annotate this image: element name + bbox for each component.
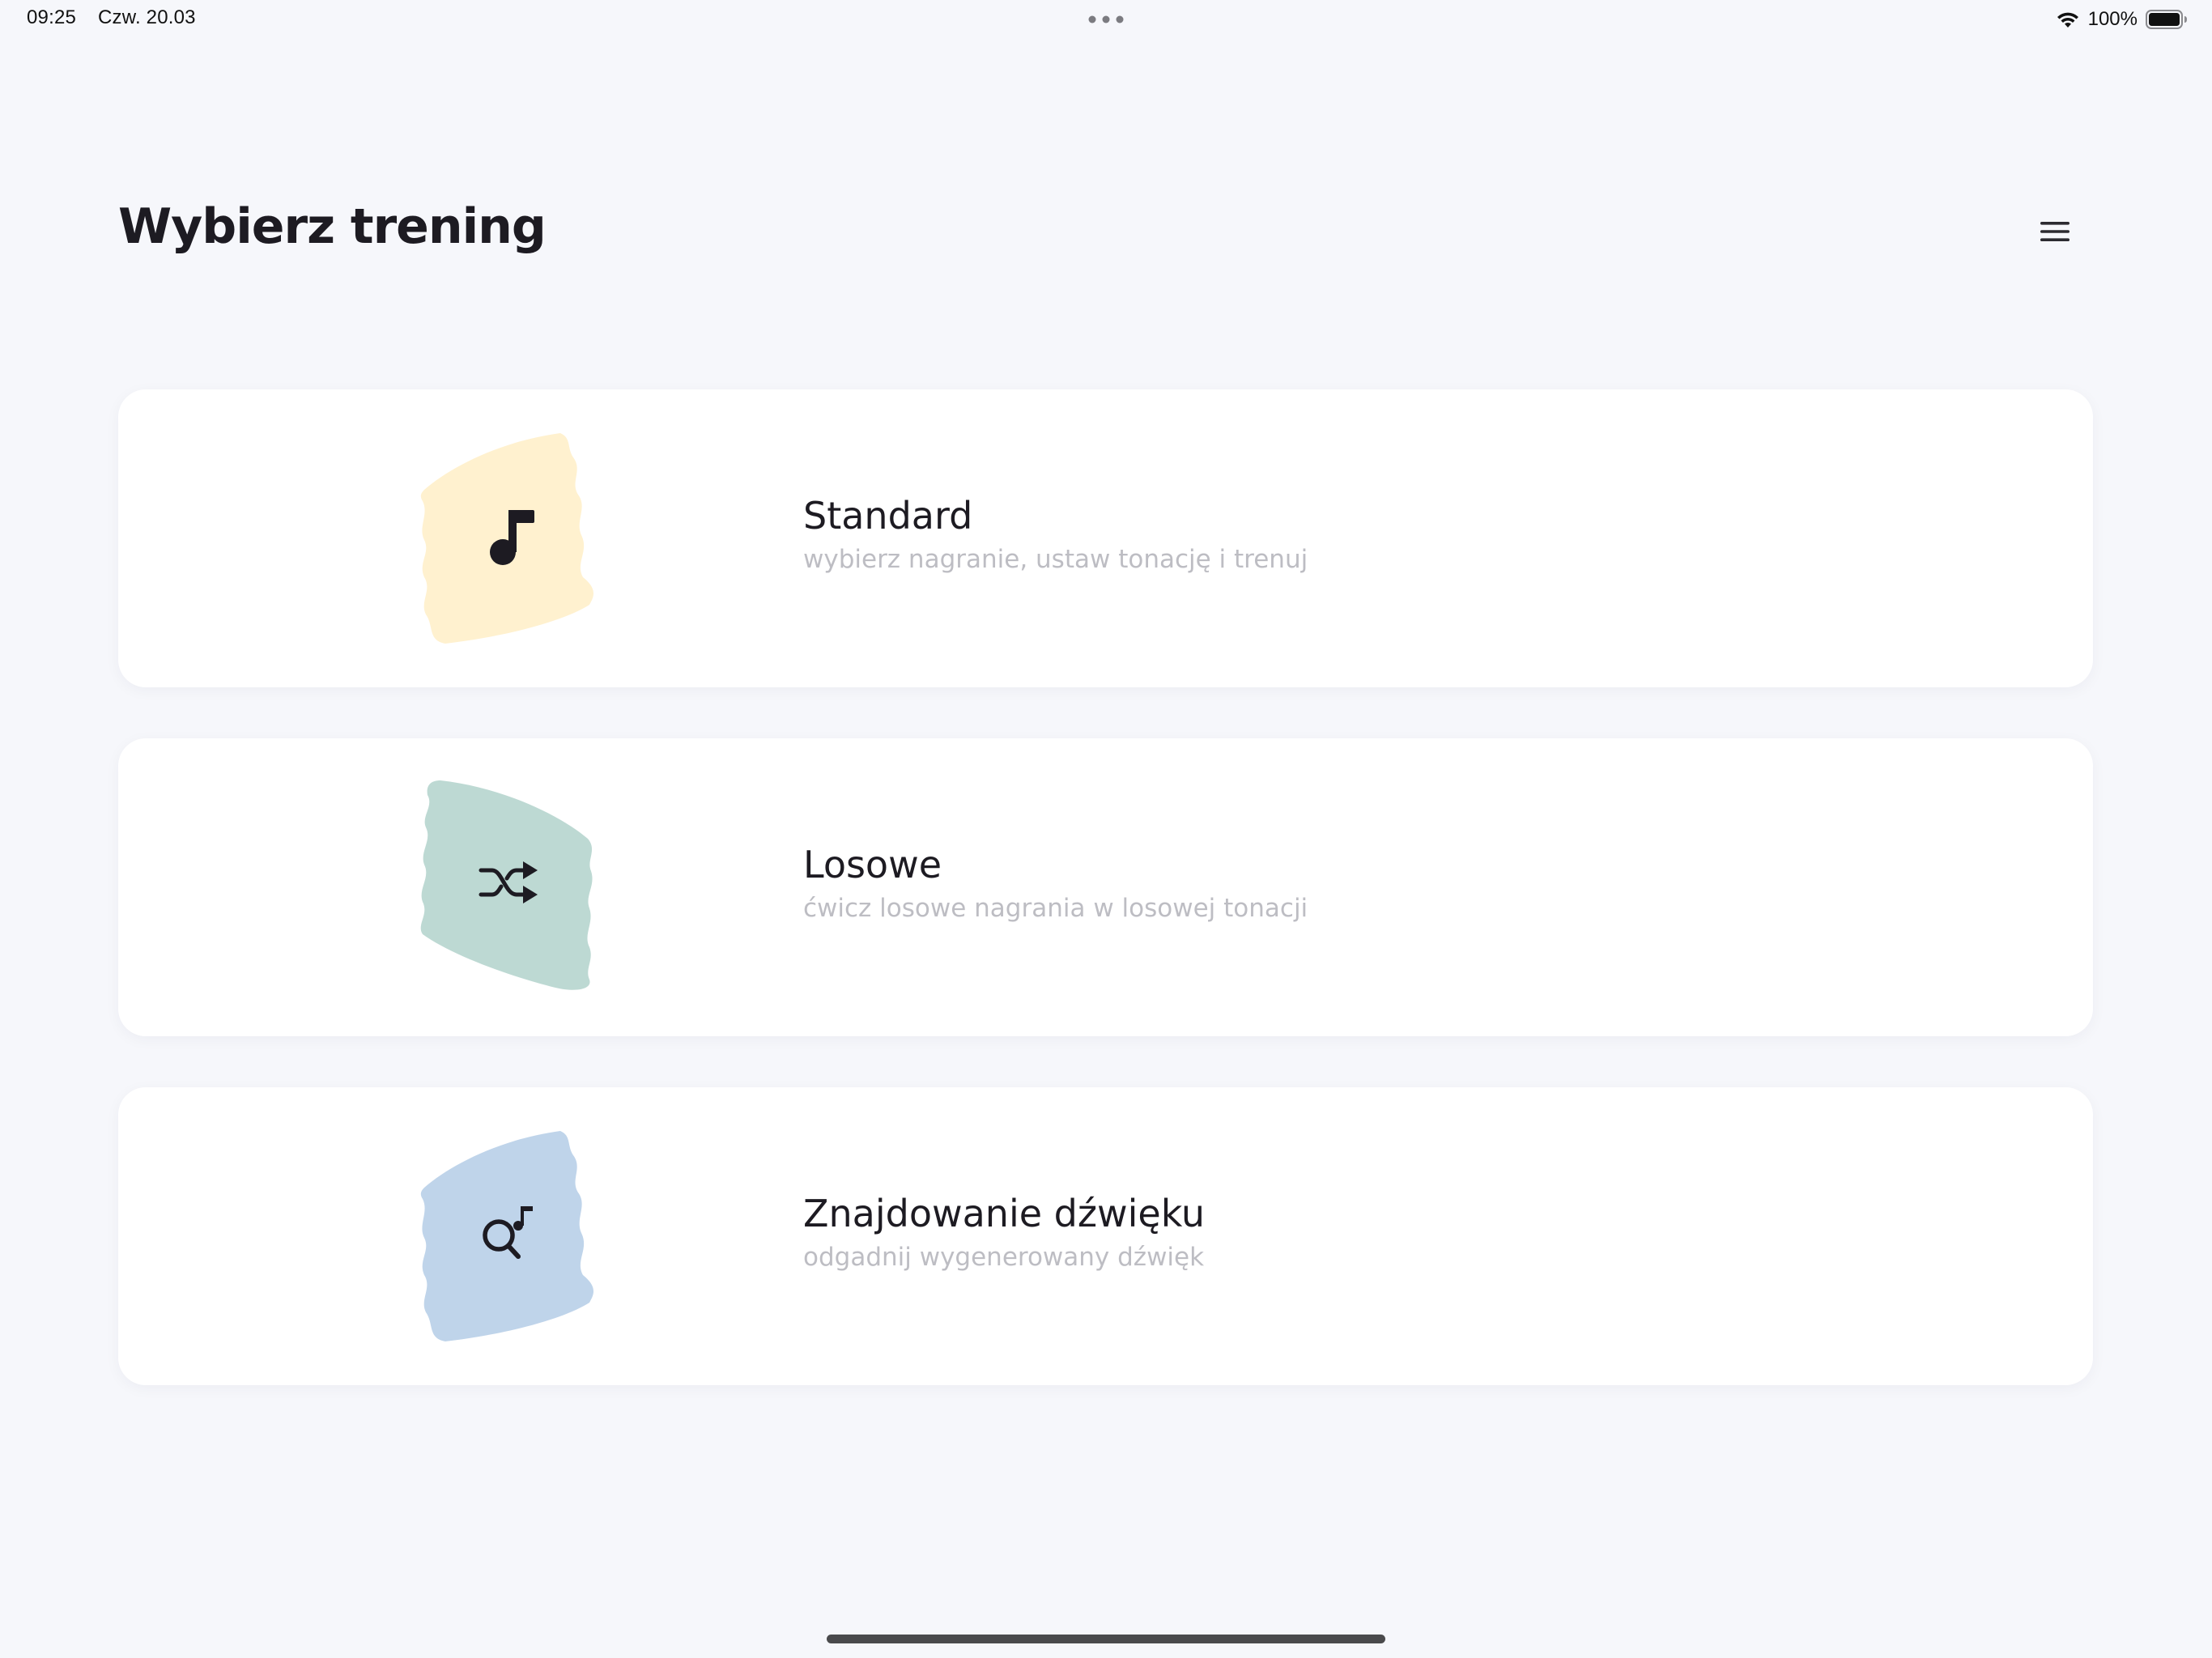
training-title: Losowe bbox=[803, 843, 942, 886]
home-indicator[interactable] bbox=[827, 1635, 1385, 1643]
hamburger-menu-icon bbox=[2040, 222, 2069, 241]
training-card-standard[interactable]: Standard wybierz nagranie, ustaw tonację… bbox=[118, 389, 2093, 687]
training-card-znajdowanie-dzwieku[interactable]: Znajdowanie dźwięku odgadnij wygenerowan… bbox=[118, 1087, 2093, 1385]
wifi-icon bbox=[2057, 12, 2078, 28]
status-indicators: 100% bbox=[2056, 7, 2188, 32]
training-title: Standard bbox=[803, 494, 973, 538]
shuffle-icon bbox=[479, 861, 538, 903]
training-subtitle: ćwicz losowe nagrania w losowej tonacji bbox=[803, 893, 1308, 923]
multitasking-dots-icon[interactable] bbox=[1088, 15, 1124, 23]
music-note-icon bbox=[490, 510, 534, 565]
training-list: Standard wybierz nagranie, ustaw tonację… bbox=[118, 389, 2093, 1436]
training-title: Znajdowanie dźwięku bbox=[803, 1192, 1206, 1235]
training-subtitle: odgadnij wygenerowany dźwięk bbox=[803, 1242, 1205, 1272]
status-date: Czw. 20.03 bbox=[98, 6, 196, 28]
battery-icon bbox=[2146, 10, 2187, 29]
page-title: Wybierz trening bbox=[118, 198, 547, 255]
status-time: 09:25 bbox=[27, 6, 77, 28]
battery-percent: 100% bbox=[2087, 8, 2138, 30]
search-note-icon bbox=[483, 1206, 533, 1259]
training-card-losowe[interactable]: Losowe ćwicz losowe nagrania w losowej t… bbox=[118, 738, 2093, 1036]
status-bar: 09:25 Czw. 20.03 100% bbox=[0, 0, 2212, 39]
menu-button[interactable] bbox=[2035, 212, 2074, 251]
training-subtitle: wybierz nagranie, ustaw tonację i trenuj bbox=[803, 544, 1308, 574]
